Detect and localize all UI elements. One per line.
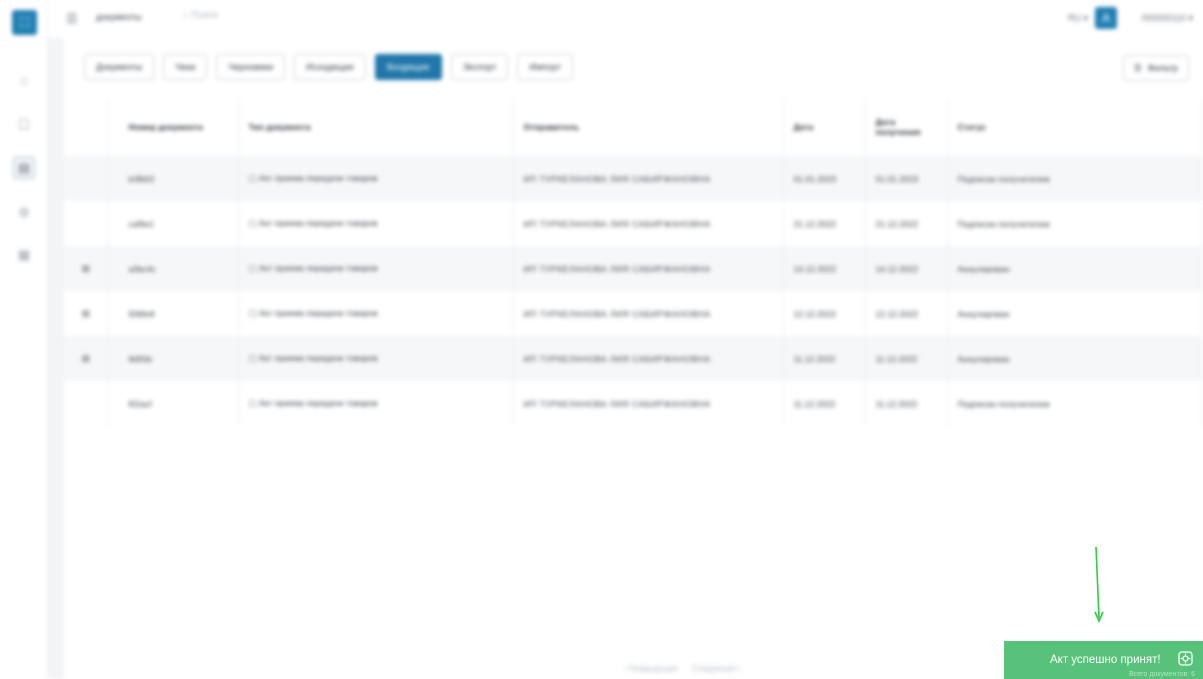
- sender: ИП ТУРКЕЛАНОВА ЛИЯ САБИРЖАНОВНА: [513, 246, 784, 291]
- table-header-row: Номер документа Тип документа Отправител…: [64, 98, 1203, 156]
- sender: ИП ТУРКЕЛАНОВА ЛИЯ САБИРЖАНОВНА: [513, 156, 784, 201]
- sender: ИП ТУРКЕЛАНОВА ЛИЯ САБИРЖАНОВНА: [513, 201, 784, 246]
- square-icon[interactable]: ☐: [14, 115, 34, 135]
- status: Аннулирован: [947, 336, 1203, 381]
- document-icon: ▤: [64, 336, 109, 381]
- column-header[interactable]: Дата получения: [865, 98, 948, 156]
- search-input[interactable]: ⌕ Поиск: [182, 10, 218, 21]
- status: Подписан получателем: [947, 156, 1203, 201]
- archive-icon[interactable]: ▦: [14, 245, 34, 265]
- sender: ИП ТУРКЕЛАНОВА ЛИЯ САБИРЖАНОВНА: [513, 381, 784, 426]
- date: 14.12.2022: [783, 246, 866, 291]
- column-header: [64, 98, 109, 156]
- document-number-link[interactable]: f02acf: [108, 381, 239, 426]
- document-icon: ▤: [64, 246, 109, 291]
- table-row[interactable]: ▤ 936fe8 Акт приема передачи товаров ИП …: [64, 291, 1203, 336]
- document-number-link[interactable]: b3fb02: [108, 156, 239, 201]
- annotation-arrow: [1094, 546, 1104, 623]
- blurred-background: ⛶ ⌂ ☐ ▤ ⚙ ▦ ☰ документы ⌕ Поиск RU ▾ A 0…: [0, 0, 1203, 679]
- row-icon: [64, 156, 109, 201]
- document-number-link[interactable]: caf9e1: [108, 201, 239, 246]
- document-type: Акт приема передачи товаров: [238, 381, 514, 426]
- table-row[interactable]: caf9e1 Акт приема передачи товаров ИП ТУ…: [64, 201, 1203, 246]
- column-header[interactable]: Дата: [783, 98, 866, 156]
- document-type: Акт приема передачи товаров: [238, 291, 514, 336]
- row-icon: [64, 381, 109, 426]
- settings-icon[interactable]: ⚙: [14, 203, 34, 223]
- document-number-link[interactable]: 8d55b: [108, 336, 239, 381]
- table-row[interactable]: f02acf Акт приема передачи товаров ИП ТУ…: [64, 381, 1203, 426]
- document-type: Акт приема передачи товаров: [238, 336, 514, 381]
- tab-drafts[interactable]: Черновики: [216, 54, 286, 80]
- document-type: Акт приема передачи товаров: [238, 246, 514, 291]
- document-tabs: Документы Чеки Черновики Исходящие Входя…: [84, 54, 573, 80]
- breadcrumb[interactable]: документы: [96, 12, 141, 22]
- filter-label: Фильтр: [1147, 63, 1178, 73]
- top-bar: ☰ документы ⌕ Поиск RU ▾ A 000000110 ▾: [48, 0, 1203, 38]
- received-date: 21.12.2022: [865, 201, 948, 246]
- column-header[interactable]: Тип документа: [238, 98, 514, 156]
- main-content: Документы Чеки Черновики Исходящие Входя…: [64, 38, 1203, 679]
- received-date: 12.12.2022: [865, 291, 948, 336]
- date: 01.01.2023: [783, 156, 866, 201]
- content-gutter: [48, 38, 64, 679]
- date: 11.12.2022: [783, 381, 866, 426]
- status: Подписан получателем: [947, 201, 1203, 246]
- search-placeholder: Поиск: [190, 10, 219, 21]
- pagination: ‹ Предыдущая Следующая ›: [624, 664, 741, 673]
- sender: ИП ТУРКЕЛАНОВА ЛИЯ САБИРЖАНОВНА: [513, 291, 784, 336]
- user-id[interactable]: 000000110 ▾: [1142, 13, 1193, 24]
- table-row[interactable]: b3fb02 Акт приема передачи товаров ИП ТУ…: [64, 156, 1203, 201]
- status: Аннулирован: [947, 291, 1203, 336]
- table-row[interactable]: ▤ a3bc4c Акт приема передачи товаров ИП …: [64, 246, 1203, 291]
- home-icon[interactable]: ⌂: [14, 70, 34, 90]
- table-row[interactable]: ▤ 8d55b Акт приема передачи товаров ИП Т…: [64, 336, 1203, 381]
- received-date: 01.01.2023: [865, 156, 948, 201]
- documents-icon[interactable]: ▤: [13, 157, 35, 179]
- app-logo-icon[interactable]: ⛶: [12, 10, 37, 35]
- date: 12.12.2022: [783, 291, 866, 336]
- tab-incoming[interactable]: Входящие: [374, 54, 442, 80]
- prev-page-button[interactable]: ‹ Предыдущая: [624, 664, 678, 673]
- tab-import[interactable]: Импорт: [517, 54, 573, 80]
- document-type: Акт приема передачи товаров: [238, 156, 514, 201]
- document-type: Акт приема передачи товаров: [238, 201, 514, 246]
- document-icon: ▤: [64, 291, 109, 336]
- document-number-link[interactable]: a3bc4c: [108, 246, 239, 291]
- documents-table: Номер документа Тип документа Отправител…: [64, 98, 1203, 426]
- menu-icon[interactable]: ☰: [66, 11, 78, 27]
- language-select[interactable]: RU ▾: [1068, 13, 1088, 24]
- status: Аннулирован: [947, 246, 1203, 291]
- status: Подписан получателем: [947, 381, 1203, 426]
- received-date: 11.12.2022: [865, 381, 948, 426]
- tab-receipts[interactable]: Чеки: [163, 54, 208, 80]
- success-toast[interactable]: Акт успешно принят! Всего документов: 6: [1004, 641, 1203, 679]
- toast-action-icon[interactable]: [1178, 651, 1193, 666]
- date: 11.12.2022: [783, 336, 866, 381]
- received-date: 11.12.2022: [865, 336, 948, 381]
- column-header[interactable]: Отправитель: [513, 98, 784, 156]
- app-root: ⛶ ⌂ ☐ ▤ ⚙ ▦ ☰ документы ⌕ Поиск RU ▾ A 0…: [0, 0, 1203, 679]
- filter-icon: ☰: [1133, 62, 1142, 73]
- tab-export[interactable]: Экспорт: [450, 54, 509, 80]
- toast-message: Акт успешно принят!: [1050, 654, 1161, 666]
- row-icon: [64, 201, 109, 246]
- tab-documents[interactable]: Документы: [84, 54, 155, 80]
- received-date: 14.12.2022: [865, 246, 948, 291]
- avatar[interactable]: A: [1095, 7, 1117, 29]
- left-sidebar: ⛶ ⌂ ☐ ▤ ⚙ ▦: [0, 0, 48, 679]
- toast-footer-text: Всего документов: 6: [1129, 671, 1195, 678]
- next-page-button[interactable]: Следующая ›: [692, 664, 742, 673]
- column-header[interactable]: Номер документа: [108, 98, 239, 156]
- sender: ИП ТУРКЕЛАНОВА ЛИЯ САБИРЖАНОВНА: [513, 336, 784, 381]
- filter-button[interactable]: ☰ Фильтр: [1122, 55, 1189, 81]
- tab-outgoing[interactable]: Исходящие: [294, 54, 366, 80]
- document-number-link[interactable]: 936fe8: [108, 291, 239, 336]
- date: 21.12.2022: [783, 201, 866, 246]
- column-header[interactable]: Статус: [947, 98, 1203, 156]
